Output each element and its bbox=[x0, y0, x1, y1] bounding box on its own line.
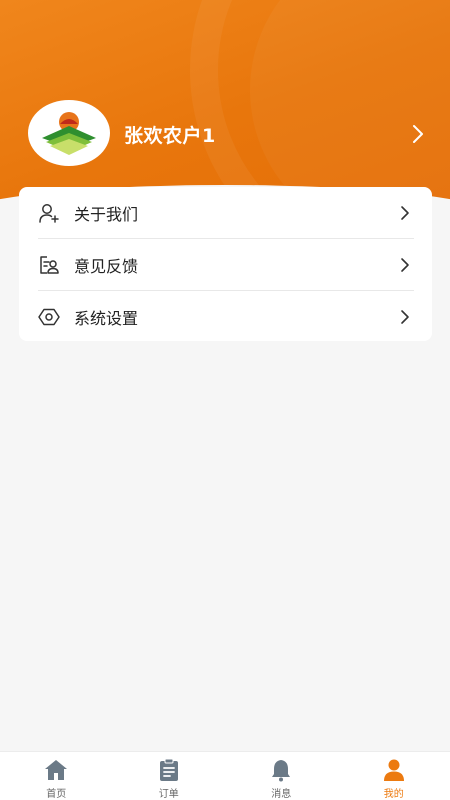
tab-label: 消息 bbox=[271, 789, 292, 800]
menu-card: 关于我们 意见反馈 系统设置 bbox=[19, 187, 432, 341]
bottom-tab-bar: 首页 订单 消息 我的 bbox=[0, 751, 450, 800]
username[interactable]: 张欢农户1 bbox=[124, 121, 216, 148]
tab-label: 我的 bbox=[383, 789, 404, 800]
person-icon bbox=[383, 759, 404, 781]
tab-home[interactable]: 首页 bbox=[0, 752, 113, 800]
chevron-right-icon[interactable] bbox=[406, 122, 430, 146]
home-icon bbox=[45, 760, 68, 780]
chevron-right-icon bbox=[401, 309, 409, 324]
tab-label: 订单 bbox=[158, 789, 179, 800]
header-decoration bbox=[250, 0, 450, 200]
feedback-icon bbox=[40, 255, 59, 274]
menu-item-about[interactable]: 关于我们 bbox=[19, 187, 432, 238]
bell-icon bbox=[272, 760, 291, 782]
farm-logo-icon bbox=[42, 112, 96, 155]
tab-profile[interactable]: 我的 bbox=[338, 752, 450, 800]
settings-icon bbox=[38, 308, 60, 325]
chevron-right-icon bbox=[401, 257, 409, 272]
menu-item-label: 意见反馈 bbox=[74, 256, 139, 276]
avatar[interactable] bbox=[28, 100, 110, 166]
tab-messages[interactable]: 消息 bbox=[225, 752, 338, 800]
menu-item-feedback[interactable]: 意见反馈 bbox=[19, 239, 432, 290]
clipboard-icon bbox=[159, 758, 178, 781]
menu-item-settings[interactable]: 系统设置 bbox=[19, 291, 432, 342]
menu-item-label: 系统设置 bbox=[74, 308, 139, 328]
tab-orders[interactable]: 订单 bbox=[113, 752, 226, 800]
chevron-right-icon bbox=[401, 205, 409, 220]
menu-item-label: 关于我们 bbox=[74, 204, 139, 224]
user-add-icon bbox=[39, 203, 59, 223]
tab-label: 首页 bbox=[46, 789, 67, 800]
